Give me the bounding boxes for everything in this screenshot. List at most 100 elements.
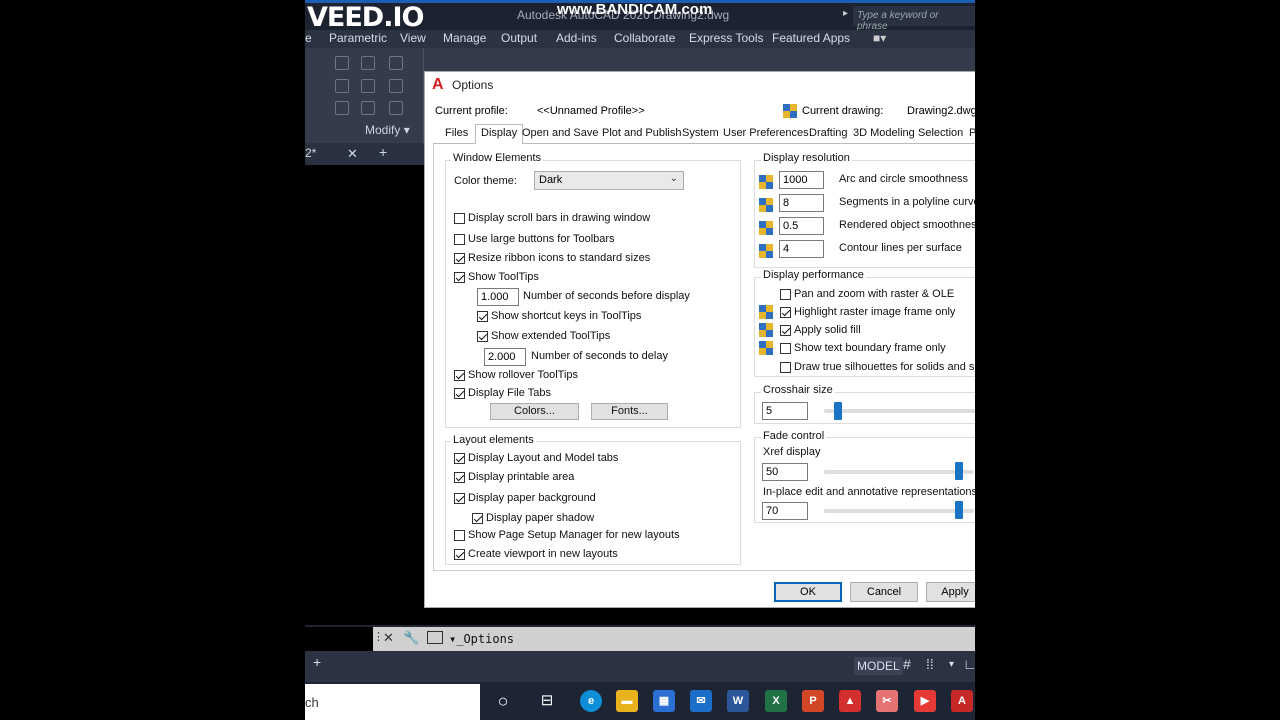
close-icon[interactable]: ✕ xyxy=(383,630,394,646)
excel-icon[interactable]: X xyxy=(765,690,787,712)
store-icon[interactable]: ▦ xyxy=(653,690,675,712)
command-input[interactable]: ▾_Options xyxy=(449,632,514,646)
ok-button[interactable]: OK xyxy=(774,582,842,602)
page-setup-checkbox[interactable]: Show Page Setup Manager for new layouts xyxy=(454,529,680,541)
layout-model-tabs-checkbox[interactable]: Display Layout and Model tabs xyxy=(454,452,618,464)
chevron-down-icon[interactable]: ▾ xyxy=(949,659,954,670)
xref-display-input[interactable]: 50 xyxy=(762,463,808,481)
dialog-title-bar[interactable]: A Options xyxy=(425,72,975,98)
paper-background-checkbox[interactable]: Display paper background xyxy=(454,492,596,504)
paper-shadow-checkbox[interactable]: Display paper shadow xyxy=(472,512,594,524)
tab-selection[interactable]: Selection xyxy=(918,127,963,139)
autocad-icon[interactable]: A xyxy=(951,690,973,712)
tab-system[interactable]: System xyxy=(682,127,719,139)
crosshair-slider[interactable] xyxy=(824,409,975,413)
menu-add-ins[interactable]: Add-ins xyxy=(556,31,597,45)
mail-icon[interactable]: ✉ xyxy=(690,690,712,712)
rotate-icon[interactable] xyxy=(361,56,375,70)
arc-smoothness-input[interactable]: 1000 xyxy=(779,171,824,189)
xref-slider[interactable] xyxy=(824,470,974,474)
powerpoint-icon[interactable]: P xyxy=(802,690,824,712)
tab-files[interactable]: Files xyxy=(445,127,468,139)
mirror-icon[interactable] xyxy=(361,79,375,93)
array-icon[interactable] xyxy=(389,101,403,115)
crosshair-size-input[interactable]: 5 xyxy=(762,402,808,420)
add-layout-icon[interactable]: + xyxy=(313,654,321,670)
contour-lines-input[interactable]: 4 xyxy=(779,240,824,258)
menu-collaborate[interactable]: Collaborate xyxy=(614,31,675,45)
fonts-button[interactable]: Fonts... xyxy=(591,403,668,420)
ortho-icon[interactable]: ∟ xyxy=(963,656,975,672)
text-boundary-checkbox[interactable]: Show text boundary frame only xyxy=(780,342,946,354)
shortcut-keys-checkbox[interactable]: Show shortcut keys in ToolTips xyxy=(477,310,641,322)
word-icon[interactable]: W xyxy=(727,690,749,712)
file-explorer-icon[interactable]: ▬ xyxy=(616,690,638,712)
apply-button[interactable]: Apply xyxy=(926,582,975,602)
snip-icon[interactable]: ✂ xyxy=(876,690,898,712)
model-space-button[interactable]: MODEL xyxy=(854,657,903,675)
inplace-edit-input[interactable]: 70 xyxy=(762,502,808,520)
menu-express-tools[interactable]: Express Tools xyxy=(689,31,763,45)
crosshair-slider-thumb[interactable] xyxy=(834,402,842,420)
polyline-segments-label: Segments in a polyline curve xyxy=(839,196,975,208)
tab-drafting[interactable]: Drafting xyxy=(809,127,848,139)
show-tooltips-checkbox[interactable]: Show ToolTips xyxy=(454,271,539,283)
help-search-input[interactable]: Type a keyword or phrase xyxy=(853,6,975,32)
menu-parametric[interactable]: Parametric xyxy=(329,31,387,45)
trim-icon[interactable] xyxy=(389,56,403,70)
menu-item[interactable]: e xyxy=(305,31,312,45)
inplace-slider[interactable] xyxy=(824,509,974,513)
menu-output[interactable]: Output xyxy=(501,31,537,45)
new-tab-icon[interactable]: + xyxy=(379,144,387,160)
tab-user-preferences[interactable]: User Preferences xyxy=(723,127,809,139)
menu-featured-apps[interactable]: Featured Apps xyxy=(772,31,850,45)
pan-zoom-checkbox[interactable]: Pan and zoom with raster & OLE xyxy=(780,288,954,300)
command-icon[interactable] xyxy=(427,631,443,644)
tooltip-seconds-input[interactable]: 1.000 xyxy=(477,288,519,306)
tab-profiles[interactable]: P xyxy=(969,127,975,139)
copy-icon[interactable] xyxy=(335,79,349,93)
tab-3d-modeling[interactable]: 3D Modeling xyxy=(853,127,915,139)
color-theme-select[interactable]: Dark ⌄ xyxy=(534,171,684,190)
resize-ribbon-checkbox[interactable]: Resize ribbon icons to standard sizes xyxy=(454,252,650,264)
wrench-icon[interactable]: 🔧 xyxy=(403,630,419,646)
snap-icon[interactable]: ⁞⁞ xyxy=(926,656,934,672)
close-icon[interactable]: ✕ xyxy=(347,146,358,162)
fillet-icon[interactable] xyxy=(389,79,403,93)
stretch-icon[interactable] xyxy=(335,101,349,115)
solid-fill-checkbox[interactable]: Apply solid fill xyxy=(780,324,861,336)
taskbar-search[interactable]: ch xyxy=(305,684,480,720)
highlight-raster-checkbox[interactable]: Highlight raster image frame only xyxy=(780,306,955,318)
printable-area-checkbox[interactable]: Display printable area xyxy=(454,471,574,483)
file-tab-drawing2[interactable]: 2* xyxy=(305,146,316,160)
xref-slider-thumb[interactable] xyxy=(955,462,963,480)
tab-open-and-save[interactable]: Open and Save xyxy=(522,127,598,139)
rendered-smoothness-input[interactable]: 0.5 xyxy=(779,217,824,235)
inplace-slider-thumb[interactable] xyxy=(955,501,963,519)
scroll-bars-checkbox[interactable]: Display scroll bars in drawing window xyxy=(454,212,650,224)
app-icon[interactable]: ▲ xyxy=(839,690,861,712)
menu-manage[interactable]: Manage xyxy=(443,31,486,45)
grid-icon[interactable]: # xyxy=(903,656,911,672)
video-icon[interactable]: ■▾ xyxy=(873,31,886,45)
scale-icon[interactable] xyxy=(361,101,375,115)
tab-plot-and-publish[interactable]: Plot and Publish xyxy=(602,127,682,139)
file-tabs-checkbox[interactable]: Display File Tabs xyxy=(454,387,551,399)
silhouettes-checkbox[interactable]: Draw true silhouettes for solids and sur… xyxy=(780,361,975,373)
cortana-icon[interactable]: ○ xyxy=(492,690,514,712)
polyline-segments-input[interactable]: 8 xyxy=(779,194,824,212)
create-viewport-checkbox[interactable]: Create viewport in new layouts xyxy=(454,548,618,560)
tab-display[interactable]: Display xyxy=(475,124,524,145)
colors-button[interactable]: Colors... xyxy=(490,403,579,420)
move-icon[interactable] xyxy=(335,56,349,70)
rollover-tooltips-checkbox[interactable]: Show rollover ToolTips xyxy=(454,369,578,381)
extended-tooltips-checkbox[interactable]: Show extended ToolTips xyxy=(477,330,610,342)
cancel-button[interactable]: Cancel xyxy=(850,582,918,602)
delay-seconds-input[interactable]: 2.000 xyxy=(484,348,526,366)
task-view-icon[interactable]: ⊟ xyxy=(536,690,558,712)
edge-icon[interactable]: e xyxy=(580,690,602,712)
menu-view[interactable]: View xyxy=(400,31,426,45)
youtube-icon[interactable]: ▶ xyxy=(914,690,936,712)
ribbon-panel-label[interactable]: Modify ▾ xyxy=(365,123,410,137)
large-buttons-checkbox[interactable]: Use large buttons for Toolbars xyxy=(454,233,615,245)
